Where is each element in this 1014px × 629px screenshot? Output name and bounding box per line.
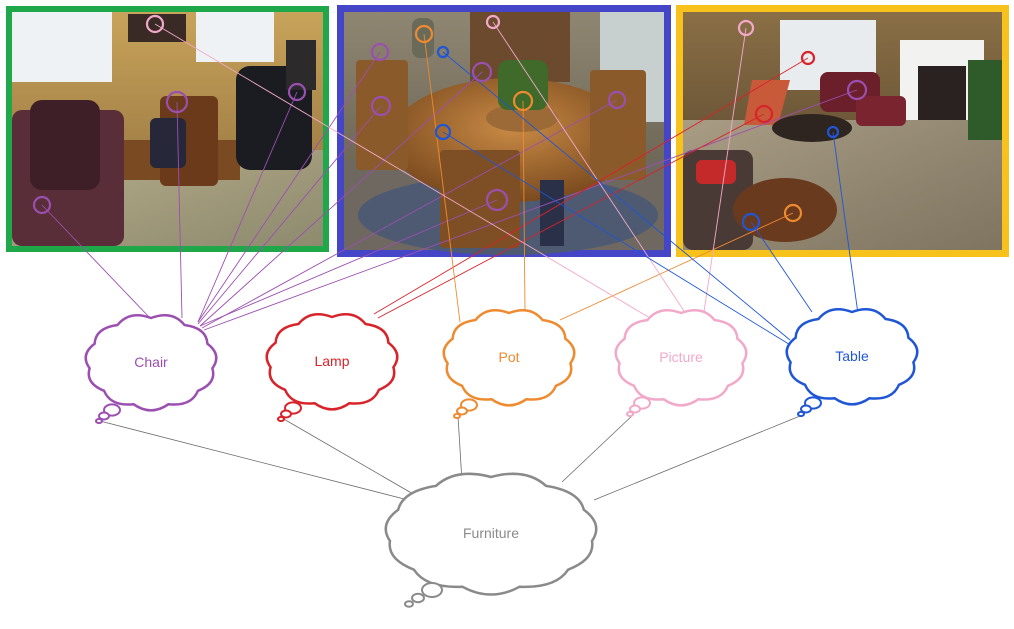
picture-cloud-label: Picture [659,349,703,365]
table-cloud-tail-bubble [797,410,805,418]
furniture-cloud-label: Furniture [463,525,519,541]
table-cloud-label: Table [835,348,869,364]
pot-cloud-label: Pot [498,349,519,365]
concept-clouds: Chair Lamp Pot Picture Table Furniture [84,308,919,608]
family-room-photo [676,5,1009,257]
chair-cloud-tail-bubble [95,417,103,425]
lamp-cloud: Lamp [265,313,399,423]
living-room-photo [6,6,329,252]
furniture-cloud: Furniture [384,472,598,608]
picture-cloud-tail-bubble [626,410,634,418]
dining-room-photo [337,5,671,257]
chair-cloud: Chair [84,314,218,425]
pot-cloud-tail-bubble [453,412,461,420]
furniture-concept-diagram: Chair Lamp Pot Picture Table Furniture [6,5,1009,608]
picture-cloud: Picture [614,309,748,418]
furniture-cloud-tail-bubble [421,582,443,598]
chair-cloud-label: Chair [134,354,168,370]
table-cloud: Table [785,308,919,418]
lamp-cloud-tail-bubble [277,415,285,423]
pot-cloud: Pot [442,309,576,420]
lamp-cloud-label: Lamp [314,353,349,369]
furniture-cloud-tail-bubble [411,592,425,604]
furniture-cloud-tail-bubble [404,600,414,608]
